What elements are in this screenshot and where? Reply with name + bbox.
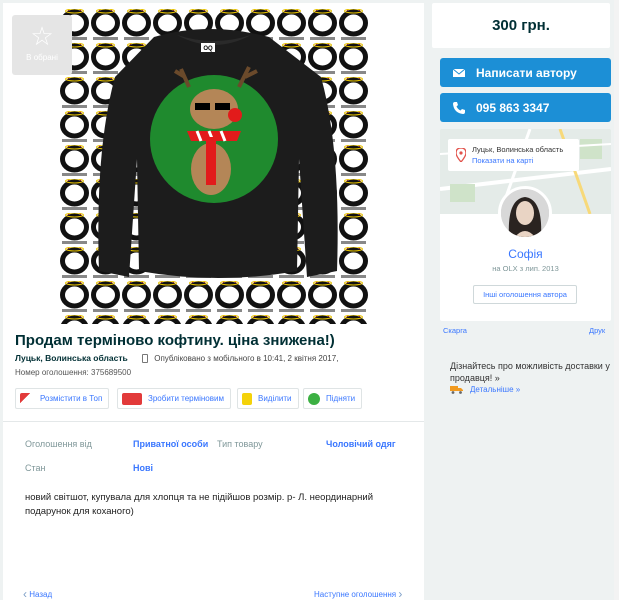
write-author-button[interactable]: Написати автору xyxy=(440,58,611,87)
param-value[interactable]: Нові xyxy=(133,463,153,473)
rocket-icon xyxy=(20,392,34,405)
map-location-card: Луцьк, Волинська область Показати на кар… xyxy=(448,139,579,171)
envelope-icon xyxy=(452,68,466,77)
member-since: на OLX з лип. 2013 xyxy=(492,264,559,273)
delivery-info[interactable]: Дізнайтесь про можливість доставки у про… xyxy=(450,360,610,384)
param-value[interactable]: Приватної особи xyxy=(133,439,208,449)
phone-button[interactable]: 095 863 3347 xyxy=(440,93,611,122)
published-date: Опубліковано з мобільного в 10:41, 2 кві… xyxy=(154,354,339,363)
print-link[interactable]: Друк xyxy=(589,326,605,335)
urgent-badge-icon xyxy=(122,392,142,405)
divider xyxy=(3,421,424,422)
mobile-icon xyxy=(142,354,149,363)
arrow-up-icon xyxy=(308,392,320,405)
svg-text:OQ: OQ xyxy=(203,46,213,52)
listing-card: OQ ☆ В обрані Продам терміново кофтину. … xyxy=(3,3,424,600)
favorite-button[interactable]: ☆ В обрані xyxy=(12,15,72,75)
chevron-left-icon: ‹ xyxy=(23,587,27,600)
other-ads-button[interactable]: Інші оголошення автора xyxy=(473,285,577,304)
listing-meta: Луцьк, Волинська область Опубліковано з … xyxy=(15,353,338,363)
promo-urgent-button[interactable]: Зробити терміновим xyxy=(117,388,231,409)
avatar-image xyxy=(501,189,549,237)
write-author-label: Написати автору xyxy=(476,65,577,80)
seller-card: Луцьк, Волинська область Показати на кар… xyxy=(440,129,611,321)
promo-lift-button[interactable]: Підняти xyxy=(303,388,363,409)
seller-name[interactable]: Софія xyxy=(440,247,611,261)
listing-photo[interactable]: OQ xyxy=(59,9,369,324)
details-link[interactable]: Детальніше » xyxy=(450,385,520,394)
promo-highlight-button[interactable]: Виділити xyxy=(237,388,299,409)
listing-description: новий світшот, купувала для хлопця та не… xyxy=(25,492,374,517)
param-label: Стан xyxy=(25,463,46,473)
prev-ad-label: Назад xyxy=(29,590,53,599)
promo-lift-label: Підняти xyxy=(326,394,356,403)
promo-urgent-label: Зробити терміновим xyxy=(148,394,224,403)
next-ad-label: Наступне оголошення xyxy=(314,590,397,599)
details-label: Детальніше » xyxy=(470,385,521,394)
listing-photo-image: OQ xyxy=(59,9,369,324)
next-ad-link[interactable]: Наступне оголошення › xyxy=(314,587,402,600)
favorite-label: В обрані xyxy=(26,53,58,62)
highlighter-icon xyxy=(242,392,252,405)
map-pin-icon xyxy=(456,148,466,162)
truck-icon xyxy=(450,386,463,394)
param-value[interactable]: Чоловічий одяг xyxy=(326,439,396,449)
promo-highlight-label: Виділити xyxy=(258,394,292,403)
ad-number: Номер оголошення: 375689500 xyxy=(15,368,132,377)
listing-location: Луцьк, Волинська область xyxy=(15,353,128,363)
param-label: Оголошення від xyxy=(25,439,92,449)
phone-number: 095 863 3347 xyxy=(476,100,550,115)
page-scrollbar[interactable] xyxy=(614,0,619,600)
show-on-map-link[interactable]: Показати на карті xyxy=(472,156,579,165)
promo-top-button[interactable]: Розмістити в Топ xyxy=(15,388,110,409)
listing-title: Продам терміново кофтину. ціна знижена!) xyxy=(15,332,335,349)
chevron-right-icon: › xyxy=(398,587,403,600)
phone-icon xyxy=(453,101,465,114)
promo-top-label: Розмістити в Топ xyxy=(40,394,103,403)
seller-avatar[interactable] xyxy=(498,186,552,240)
prev-ad-link[interactable]: ‹ Назад xyxy=(23,587,52,600)
map-location-text: Луцьк, Волинська область xyxy=(472,145,564,154)
star-icon: ☆ xyxy=(30,21,54,51)
complain-link[interactable]: Скарга xyxy=(443,326,467,335)
param-label: Тип товару xyxy=(217,439,263,449)
price: 300 грн. xyxy=(432,3,610,48)
